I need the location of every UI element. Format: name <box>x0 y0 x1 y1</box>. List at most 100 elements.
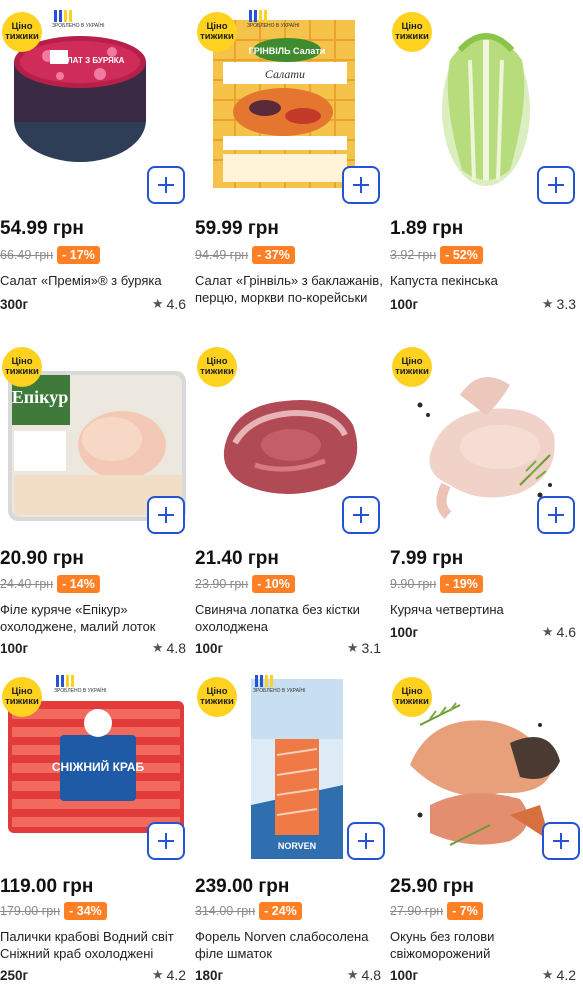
discount-badge: - 52% <box>440 246 483 264</box>
price: 20.90 грн <box>0 548 84 569</box>
star-icon: ★ <box>151 296 164 311</box>
add-to-cart-button[interactable] <box>147 496 185 534</box>
price: 59.99 грн <box>195 218 279 239</box>
rating: ★ 4.8 <box>346 967 381 983</box>
product-name[interactable]: Капуста пекінська <box>390 272 582 289</box>
promo-badge: Ціно тижики <box>197 12 237 52</box>
price: 1.89 грн <box>390 218 464 239</box>
discount-badge: - 34% <box>64 902 107 920</box>
old-price-row: 24.40 грн - 14% <box>0 574 100 594</box>
rating: ★ 4.2 <box>151 967 186 983</box>
promo-badge: Ціно тижики <box>2 12 42 52</box>
old-price-row: 3.92 грн - 52% <box>390 245 483 265</box>
old-price: 179.00 грн <box>0 904 61 918</box>
made-in-ukraine-badge: ЗРОБЛЕНО В УКРАЇНІ <box>247 10 299 36</box>
discount-badge: - 10% <box>252 575 295 593</box>
price: 119.00 грн <box>0 876 94 897</box>
add-to-cart-button[interactable] <box>342 496 380 534</box>
price: 25.90 грн <box>390 876 474 897</box>
product-name[interactable]: Форель Norven слабосолена філе шматок <box>195 928 387 962</box>
discount-badge: - 14% <box>57 575 100 593</box>
promo-badge: Ціно тижики <box>2 677 42 717</box>
old-price-row: 94.49 грн - 37% <box>195 245 295 265</box>
old-price: 94.49 грн <box>195 248 249 262</box>
add-to-cart-button[interactable] <box>147 822 185 860</box>
discount-badge: - 7% <box>447 902 483 920</box>
add-to-cart-button[interactable] <box>347 822 385 860</box>
old-price: 3.92 грн <box>390 248 437 262</box>
product-card[interactable]: Ціно тижики Епікур 20.90 грн 24.40 грн - … <box>0 335 194 665</box>
add-to-cart-button[interactable] <box>342 166 380 204</box>
package-label: Епікур <box>12 387 69 407</box>
made-in-ukraine-badge: ЗРОБЛЕНО В УКРАЇНІ <box>54 675 106 701</box>
add-to-cart-button[interactable] <box>147 166 185 204</box>
product-grid: Ціно тижики ЗРОБЛЕНО В УКРАЇНІ САЛАТ З БУ… <box>0 0 583 1000</box>
rating: ★ 4.2 <box>541 967 576 983</box>
weight: 180г <box>195 968 224 983</box>
product-name[interactable]: Палички крабові Водний світ Сніжний краб… <box>0 928 192 962</box>
product-card[interactable]: Ціно тижики 25.90 грн 27.90 грн - 7% Окун… <box>390 665 583 995</box>
promo-badge: Ціно тижики <box>392 12 432 52</box>
star-icon: ★ <box>151 967 164 982</box>
product-name[interactable]: Куряча четвертина <box>390 601 582 618</box>
price: 7.99 грн <box>390 548 464 569</box>
product-card[interactable]: Ціно тижики 21.40 грн 23.90 грн - 10% Сви… <box>195 335 389 665</box>
product-name[interactable]: Окунь без голови свіжоморожений <box>390 928 582 962</box>
price: 54.99 грн <box>0 218 84 239</box>
rating: ★ 3.1 <box>346 640 381 656</box>
old-price: 66.49 грн <box>0 248 54 262</box>
promo-badge: Ціно тижики <box>392 677 432 717</box>
rating: ★ 4.6 <box>541 624 576 640</box>
package-label: NORVEN <box>278 841 316 851</box>
product-card[interactable]: Ціно тижики ЗРОБЛЕНО В УКРАЇНІ САЛАТ З БУ… <box>0 0 194 330</box>
discount-badge: - 37% <box>252 246 295 264</box>
promo-badge: Ціно тижики <box>392 347 432 387</box>
weight: 100г <box>195 641 224 656</box>
promo-badge: Ціно тижики <box>197 347 237 387</box>
rating: ★ 3.3 <box>541 296 576 312</box>
old-price: 23.90 грн <box>195 577 249 591</box>
product-card[interactable]: Ціно тижики ЗРОБЛЕНО В УКРАЇНІ СНІЖНИЙ КР… <box>0 665 194 995</box>
rating: ★ 4.6 <box>151 296 186 312</box>
product-card[interactable]: Ціно тижики 1.89 грн 3.92 грн - 52% Капус… <box>390 0 583 330</box>
star-icon: ★ <box>541 967 554 982</box>
package-label: САЛАТ З БУРЯКА <box>56 56 125 65</box>
product-name[interactable]: Філе куряче «Епікур» охолоджене, малий л… <box>0 601 192 635</box>
product-card[interactable]: Ціно тижики ЗРОБЛЕНО В УКРАЇНІ Салати ГРІ… <box>195 0 389 330</box>
star-icon: ★ <box>346 640 359 655</box>
promo-badge: Ціно тижики <box>197 677 237 717</box>
package-label: СНІЖНИЙ КРАБ <box>52 759 145 774</box>
svg-text:Салати: Салати <box>265 67 305 81</box>
price: 21.40 грн <box>195 548 279 569</box>
product-card[interactable]: Ціно тижики 7.99 грн 9.90 грн - 19% Куряч… <box>390 335 583 665</box>
old-price: 27.90 грн <box>390 904 444 918</box>
star-icon: ★ <box>151 640 164 655</box>
weight: 300г <box>0 297 29 312</box>
weight: 100г <box>390 297 419 312</box>
weight: 100г <box>390 625 419 640</box>
old-price: 314.00 грн <box>195 904 256 918</box>
discount-badge: - 19% <box>440 575 483 593</box>
old-price-row: 66.49 грн - 17% <box>0 245 100 265</box>
old-price-row: 23.90 грн - 10% <box>195 574 295 594</box>
weight: 250г <box>0 968 29 983</box>
product-name[interactable]: Салат «Премія»® з буряка <box>0 272 192 289</box>
add-to-cart-button[interactable] <box>537 496 575 534</box>
promo-badge: Ціно тижики <box>2 347 42 387</box>
weight: 100г <box>390 968 419 983</box>
rating: ★ 4.8 <box>151 640 186 656</box>
star-icon: ★ <box>346 967 359 982</box>
star-icon: ★ <box>541 296 554 311</box>
package-label: ГРІНВІЛЬ Салати <box>249 46 326 56</box>
price: 239.00 грн <box>195 876 290 897</box>
product-name[interactable]: Салат «Грінвіль» з баклажанів, перцю, мо… <box>195 272 387 306</box>
product-name[interactable]: Свиняча лопатка без кістки охолоджена <box>195 601 387 635</box>
discount-badge: - 17% <box>57 246 100 264</box>
product-card[interactable]: Ціно тижики ЗРОБЛЕНО В УКРАЇНІ NORVEN 239… <box>195 665 389 995</box>
old-price-row: 314.00 грн - 24% <box>195 901 302 921</box>
add-to-cart-button[interactable] <box>537 166 575 204</box>
old-price: 9.90 грн <box>390 577 437 591</box>
add-to-cart-button[interactable] <box>542 822 580 860</box>
star-icon: ★ <box>541 624 554 639</box>
old-price-row: 179.00 грн - 34% <box>0 901 107 921</box>
